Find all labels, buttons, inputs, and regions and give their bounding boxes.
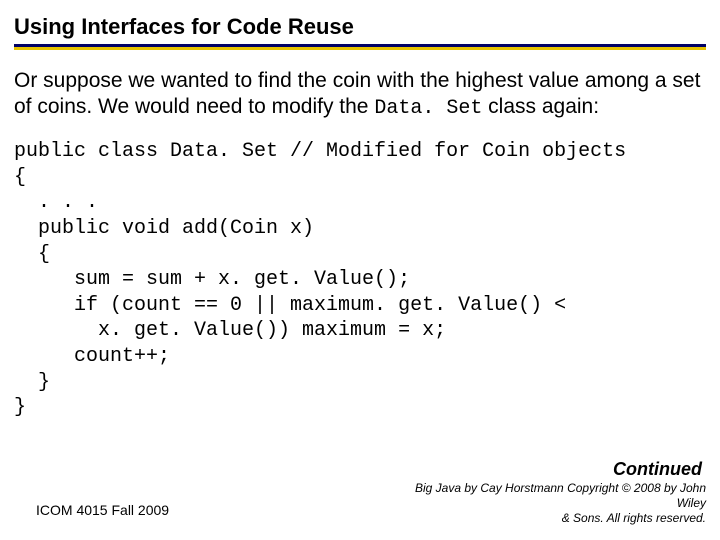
footer-right: Big Java by Cay Horstmann Copyright © 20… <box>396 481 706 526</box>
continued-label: Continued <box>613 459 702 480</box>
code-block: public class Data. Set // Modified for C… <box>14 139 706 421</box>
slide-title: Using Interfaces for Code Reuse <box>14 8 706 44</box>
footer-right-line1: Big Java by Cay Horstmann Copyright © 20… <box>415 481 706 510</box>
paragraph-part2: class again: <box>482 95 599 118</box>
footer-left: ICOM 4015 Fall 2009 <box>36 502 169 518</box>
inline-code: Data. Set <box>374 97 482 120</box>
rule-gold <box>14 47 706 50</box>
footer-right-line2: & Sons. All rights reserved. <box>562 511 706 525</box>
body-paragraph: Or suppose we wanted to find the coin wi… <box>14 68 706 121</box>
